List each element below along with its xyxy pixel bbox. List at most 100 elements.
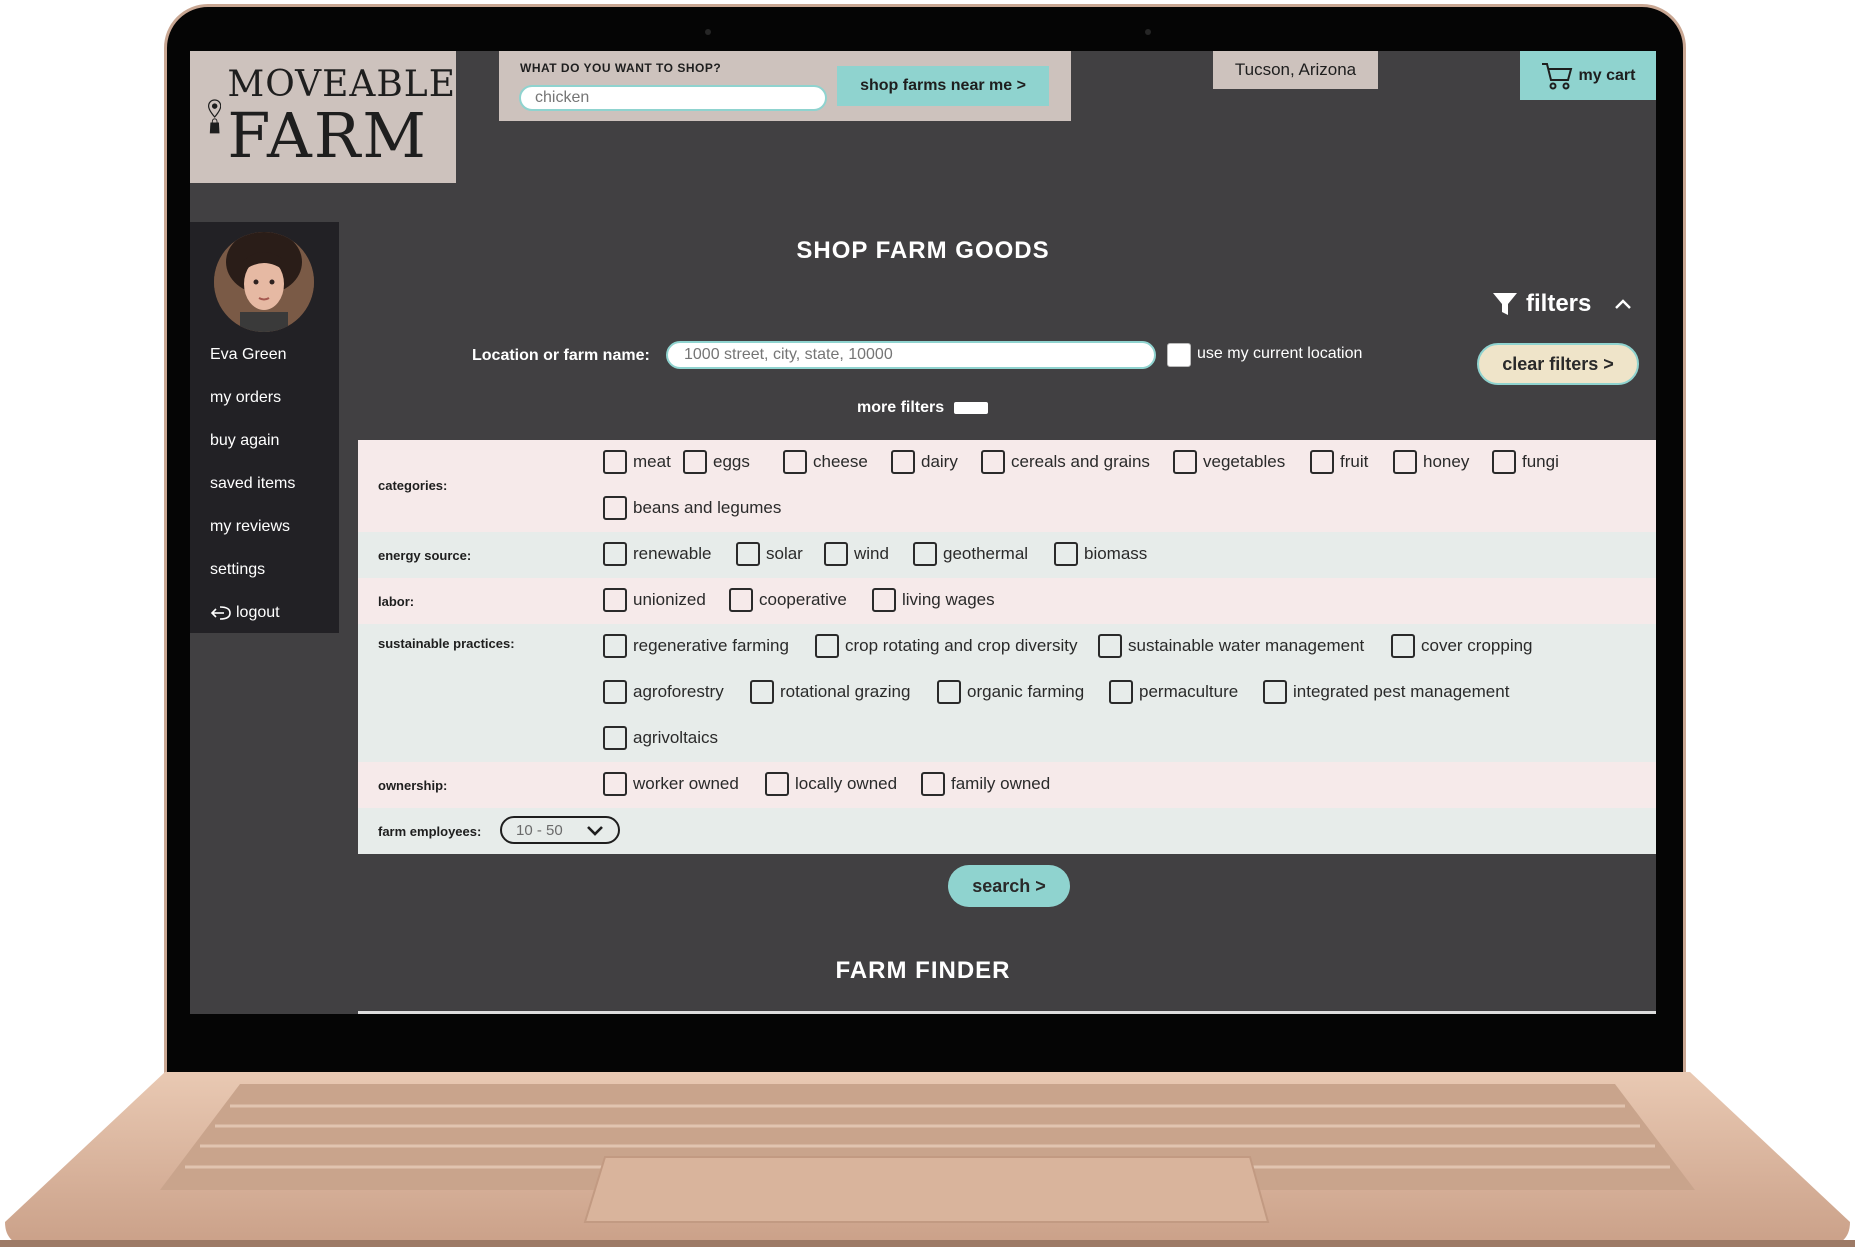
filters-toggle[interactable]: filters — [1492, 290, 1633, 318]
location-input[interactable] — [666, 341, 1156, 369]
more-filters-toggle[interactable]: more filters — [857, 399, 989, 417]
filter-option[interactable]: family owned — [921, 772, 1050, 796]
sidebar-menu: my orders buy again saved items my revie… — [210, 389, 295, 604]
funnel-icon — [1493, 293, 1517, 315]
filter-option[interactable]: organic farming — [937, 680, 1084, 704]
shop-farms-near-me-button[interactable]: shop farms near me > — [837, 66, 1049, 106]
filter-option[interactable]: agroforestry — [603, 680, 724, 704]
filter-option[interactable]: fungi — [1492, 450, 1559, 474]
camera-dot — [705, 29, 711, 35]
more-filters-switch[interactable] — [954, 402, 989, 414]
chevron-up-icon[interactable] — [1613, 297, 1633, 311]
filter-row-ownership: ownership: worker owned locally owned fa… — [358, 762, 1656, 808]
filter-option[interactable]: crop rotating and crop diversity — [815, 634, 1077, 658]
sidebar-item-saved-items[interactable]: saved items — [210, 475, 295, 518]
checkbox[interactable] — [872, 588, 896, 612]
filter-option[interactable]: biomass — [1054, 542, 1147, 566]
filter-option[interactable]: fruit — [1310, 450, 1368, 474]
filter-option[interactable]: renewable — [603, 542, 711, 566]
checkbox[interactable] — [1109, 680, 1133, 704]
checkbox[interactable] — [783, 450, 807, 474]
filter-option[interactable]: cooperative — [729, 588, 847, 612]
logo-line-2: FARM — [227, 99, 428, 172]
checkbox[interactable] — [603, 588, 627, 612]
filter-option[interactable]: permaculture — [1109, 680, 1238, 704]
filter-row-farm-employees: farm employees: 10 - 50 — [358, 808, 1656, 854]
filter-option[interactable]: meat — [603, 450, 671, 474]
filter-label: categories: — [378, 478, 448, 493]
checkbox[interactable] — [603, 450, 627, 474]
logo[interactable]: MOVEABLE FARM — [190, 51, 456, 183]
account-sidebar: Eva Green my orders buy again saved item… — [190, 222, 339, 633]
checkbox[interactable] — [1098, 634, 1122, 658]
checkbox[interactable] — [603, 542, 627, 566]
filter-option[interactable]: geothermal — [913, 542, 1028, 566]
checkbox[interactable] — [815, 634, 839, 658]
checkbox[interactable] — [683, 450, 707, 474]
checkbox[interactable] — [1391, 634, 1415, 658]
current-location-badge[interactable]: Tucson, Arizona — [1213, 51, 1378, 89]
filter-option[interactable]: worker owned — [603, 772, 739, 796]
checkbox[interactable] — [1054, 542, 1078, 566]
sidebar-item-my-reviews[interactable]: my reviews — [210, 518, 295, 561]
filter-row-sustainable-practices: sustainable practices: regenerative farm… — [358, 624, 1656, 762]
sidebar-item-logout[interactable]: logout — [210, 604, 280, 622]
checkbox[interactable] — [1173, 450, 1197, 474]
checkbox[interactable] — [981, 450, 1005, 474]
filter-option[interactable]: eggs — [683, 450, 750, 474]
checkbox[interactable] — [913, 542, 937, 566]
search-button[interactable]: search > — [948, 865, 1070, 907]
filter-option[interactable]: sustainable water management — [1098, 634, 1364, 658]
filter-option[interactable]: rotational grazing — [750, 680, 910, 704]
checkbox[interactable] — [603, 772, 627, 796]
checkbox[interactable] — [1393, 450, 1417, 474]
checkbox[interactable] — [750, 680, 774, 704]
checkbox[interactable] — [603, 680, 627, 704]
filter-option[interactable]: living wages — [872, 588, 995, 612]
sidebar-item-my-orders[interactable]: my orders — [210, 389, 295, 432]
logout-label: logout — [236, 604, 280, 621]
filter-option[interactable]: dairy — [891, 450, 958, 474]
filter-option[interactable]: cereals and grains — [981, 450, 1150, 474]
filter-option[interactable]: integrated pest management — [1263, 680, 1509, 704]
filter-option[interactable]: beans and legumes — [603, 496, 781, 520]
checkbox[interactable] — [891, 450, 915, 474]
filter-option[interactable]: cover cropping — [1391, 634, 1533, 658]
checkbox[interactable] — [824, 542, 848, 566]
filter-option[interactable]: wind — [824, 542, 889, 566]
sidebar-item-buy-again[interactable]: buy again — [210, 432, 295, 475]
checkbox[interactable] — [1310, 450, 1334, 474]
checkbox[interactable] — [937, 680, 961, 704]
filter-label: farm employees: — [378, 824, 482, 839]
clear-filters-button[interactable]: clear filters > — [1477, 343, 1639, 385]
sidebar-item-settings[interactable]: settings — [210, 561, 295, 604]
checkbox[interactable] — [736, 542, 760, 566]
filter-option[interactable]: honey — [1393, 450, 1469, 474]
cart-icon — [1541, 62, 1572, 89]
map-pin-icon — [208, 99, 222, 134]
filter-option[interactable]: locally owned — [765, 772, 897, 796]
product-search-input[interactable] — [519, 85, 827, 111]
filter-option[interactable]: solar — [736, 542, 803, 566]
checkbox[interactable] — [1263, 680, 1287, 704]
use-current-location-checkbox[interactable] — [1167, 343, 1191, 367]
cart-button[interactable]: my cart — [1520, 51, 1656, 100]
filter-option[interactable]: cheese — [783, 450, 868, 474]
filter-option[interactable]: unionized — [603, 588, 706, 612]
checkbox[interactable] — [603, 496, 627, 520]
checkbox[interactable] — [603, 726, 627, 750]
filter-label: energy source: — [378, 548, 472, 563]
filter-row-labor: labor: unionized cooperative living wage… — [358, 578, 1656, 624]
checkbox[interactable] — [603, 634, 627, 658]
farm-employees-select[interactable]: 10 - 50 — [500, 816, 620, 844]
filter-option[interactable]: vegetables — [1173, 450, 1285, 474]
filter-option[interactable]: regenerative farming — [603, 634, 789, 658]
user-name: Eva Green — [210, 346, 287, 363]
checkbox[interactable] — [1492, 450, 1516, 474]
farm-finder-map[interactable] — [358, 1011, 1656, 1014]
checkbox[interactable] — [921, 772, 945, 796]
filter-option[interactable]: agrivoltaics — [603, 726, 718, 750]
product-search-label: WHAT DO YOU WANT TO SHOP? — [520, 61, 722, 75]
checkbox[interactable] — [729, 588, 753, 612]
checkbox[interactable] — [765, 772, 789, 796]
